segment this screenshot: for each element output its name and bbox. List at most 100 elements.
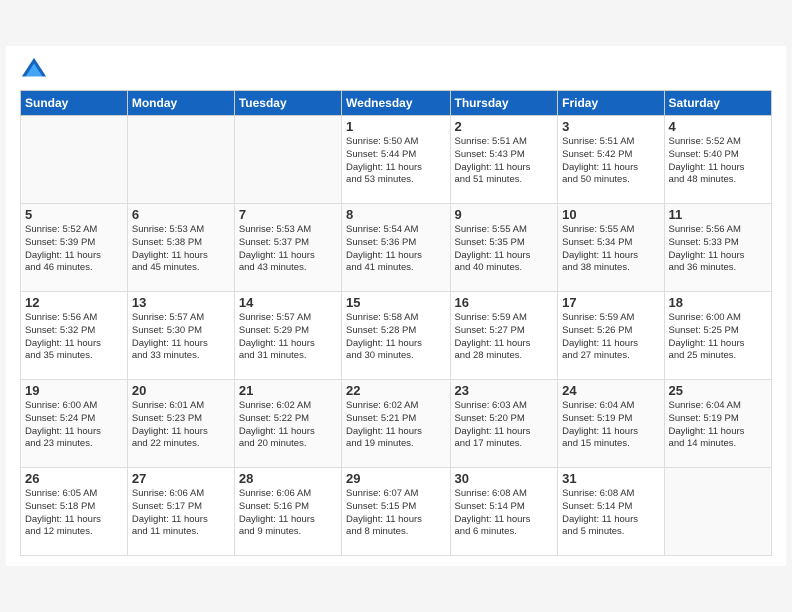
day-cell: 25 Sunrise: 6:04 AM Sunset: 5:19 PM Dayli… xyxy=(664,380,771,468)
day-info: Sunrise: 6:01 AM Sunset: 5:23 PM Dayligh… xyxy=(132,400,230,451)
day-cell: 13 Sunrise: 5:57 AM Sunset: 5:30 PM Dayli… xyxy=(127,292,234,380)
day-info: Sunrise: 6:07 AM Sunset: 5:15 PM Dayligh… xyxy=(346,488,445,539)
day-cell: 18 Sunrise: 6:00 AM Sunset: 5:25 PM Dayli… xyxy=(664,292,771,380)
day-cell: 31 Sunrise: 6:08 AM Sunset: 5:14 PM Dayli… xyxy=(558,468,664,556)
day-info: Sunrise: 5:58 AM Sunset: 5:28 PM Dayligh… xyxy=(346,312,445,363)
logo xyxy=(20,56,52,84)
day-info: Sunrise: 5:51 AM Sunset: 5:43 PM Dayligh… xyxy=(455,136,554,187)
day-info: Sunrise: 6:02 AM Sunset: 5:22 PM Dayligh… xyxy=(239,400,337,451)
day-cell: 20 Sunrise: 6:01 AM Sunset: 5:23 PM Dayli… xyxy=(127,380,234,468)
day-info: Sunrise: 6:08 AM Sunset: 5:14 PM Dayligh… xyxy=(455,488,554,539)
weekday-friday: Friday xyxy=(558,91,664,116)
day-cell xyxy=(21,116,128,204)
day-cell: 27Sunrise: 6:06 AM Sunset: 5:17 PM Dayli… xyxy=(127,468,234,556)
day-info: Sunrise: 6:08 AM Sunset: 5:14 PM Dayligh… xyxy=(562,488,659,539)
day-number: 6 xyxy=(132,207,230,222)
day-number: 28 xyxy=(239,471,337,486)
day-cell: 23 Sunrise: 6:03 AM Sunset: 5:20 PM Dayli… xyxy=(450,380,558,468)
day-cell: 5 Sunrise: 5:52 AM Sunset: 5:39 PM Daylig… xyxy=(21,204,128,292)
week-row-4: 19Sunrise: 6:00 AM Sunset: 5:24 PM Dayli… xyxy=(21,380,772,468)
day-info: Sunrise: 5:55 AM Sunset: 5:35 PM Dayligh… xyxy=(455,224,554,275)
day-cell: 3 Sunrise: 5:51 AM Sunset: 5:42 PM Daylig… xyxy=(558,116,664,204)
day-number: 25 xyxy=(669,383,767,398)
day-cell: 4Sunrise: 5:52 AM Sunset: 5:40 PM Daylig… xyxy=(664,116,771,204)
day-info: Sunrise: 5:50 AM Sunset: 5:44 PM Dayligh… xyxy=(346,136,445,187)
day-number: 22 xyxy=(346,383,445,398)
day-number: 8 xyxy=(346,207,445,222)
day-number: 29 xyxy=(346,471,445,486)
day-number: 13 xyxy=(132,295,230,310)
day-cell: 30 Sunrise: 6:08 AM Sunset: 5:14 PM Dayli… xyxy=(450,468,558,556)
day-info: Sunrise: 6:04 AM Sunset: 5:19 PM Dayligh… xyxy=(562,400,659,451)
weekday-monday: Monday xyxy=(127,91,234,116)
day-cell: 11Sunrise: 5:56 AM Sunset: 5:33 PM Dayli… xyxy=(664,204,771,292)
day-number: 16 xyxy=(455,295,554,310)
day-info: Sunrise: 6:04 AM Sunset: 5:19 PM Dayligh… xyxy=(669,400,767,451)
day-cell: 24 Sunrise: 6:04 AM Sunset: 5:19 PM Dayli… xyxy=(558,380,664,468)
day-number: 15 xyxy=(346,295,445,310)
day-info: Sunrise: 5:53 AM Sunset: 5:37 PM Dayligh… xyxy=(239,224,337,275)
weekday-thursday: Thursday xyxy=(450,91,558,116)
day-number: 1 xyxy=(346,119,445,134)
day-cell: 14 Sunrise: 5:57 AM Sunset: 5:29 PM Dayli… xyxy=(234,292,341,380)
day-info: Sunrise: 5:54 AM Sunset: 5:36 PM Dayligh… xyxy=(346,224,445,275)
day-cell: 26Sunrise: 6:05 AM Sunset: 5:18 PM Dayli… xyxy=(21,468,128,556)
day-info: Sunrise: 5:55 AM Sunset: 5:34 PM Dayligh… xyxy=(562,224,659,275)
day-number: 26 xyxy=(25,471,123,486)
day-number: 2 xyxy=(455,119,554,134)
day-cell: 22 Sunrise: 6:02 AM Sunset: 5:21 PM Dayli… xyxy=(342,380,450,468)
day-info: Sunrise: 6:00 AM Sunset: 5:24 PM Dayligh… xyxy=(25,400,123,451)
day-info: Sunrise: 5:52 AM Sunset: 5:39 PM Dayligh… xyxy=(25,224,123,275)
day-cell: 15 Sunrise: 5:58 AM Sunset: 5:28 PM Dayli… xyxy=(342,292,450,380)
day-number: 24 xyxy=(562,383,659,398)
day-info: Sunrise: 6:02 AM Sunset: 5:21 PM Dayligh… xyxy=(346,400,445,451)
day-info: Sunrise: 5:52 AM Sunset: 5:40 PM Dayligh… xyxy=(669,136,767,187)
day-cell: 9 Sunrise: 5:55 AM Sunset: 5:35 PM Daylig… xyxy=(450,204,558,292)
week-row-1: 1 Sunrise: 5:50 AM Sunset: 5:44 PM Daylig… xyxy=(21,116,772,204)
day-info: Sunrise: 5:57 AM Sunset: 5:29 PM Dayligh… xyxy=(239,312,337,363)
day-info: Sunrise: 6:06 AM Sunset: 5:16 PM Dayligh… xyxy=(239,488,337,539)
day-number: 14 xyxy=(239,295,337,310)
day-cell xyxy=(234,116,341,204)
day-cell: 21 Sunrise: 6:02 AM Sunset: 5:22 PM Dayli… xyxy=(234,380,341,468)
day-cell: 6Sunrise: 5:53 AM Sunset: 5:38 PM Daylig… xyxy=(127,204,234,292)
day-number: 7 xyxy=(239,207,337,222)
day-number: 31 xyxy=(562,471,659,486)
week-row-5: 26Sunrise: 6:05 AM Sunset: 5:18 PM Dayli… xyxy=(21,468,772,556)
day-number: 12 xyxy=(25,295,123,310)
day-cell: 2 Sunrise: 5:51 AM Sunset: 5:43 PM Daylig… xyxy=(450,116,558,204)
day-info: Sunrise: 5:59 AM Sunset: 5:27 PM Dayligh… xyxy=(455,312,554,363)
day-number: 21 xyxy=(239,383,337,398)
day-number: 20 xyxy=(132,383,230,398)
weekday-saturday: Saturday xyxy=(664,91,771,116)
weekday-sunday: Sunday xyxy=(21,91,128,116)
day-cell: 8 Sunrise: 5:54 AM Sunset: 5:36 PM Daylig… xyxy=(342,204,450,292)
day-info: Sunrise: 5:59 AM Sunset: 5:26 PM Dayligh… xyxy=(562,312,659,363)
day-info: Sunrise: 5:56 AM Sunset: 5:32 PM Dayligh… xyxy=(25,312,123,363)
day-cell xyxy=(127,116,234,204)
header xyxy=(20,56,772,84)
day-cell: 29 Sunrise: 6:07 AM Sunset: 5:15 PM Dayli… xyxy=(342,468,450,556)
day-info: Sunrise: 5:51 AM Sunset: 5:42 PM Dayligh… xyxy=(562,136,659,187)
day-number: 23 xyxy=(455,383,554,398)
day-info: Sunrise: 5:57 AM Sunset: 5:30 PM Dayligh… xyxy=(132,312,230,363)
logo-icon xyxy=(20,56,48,84)
day-info: Sunrise: 6:03 AM Sunset: 5:20 PM Dayligh… xyxy=(455,400,554,451)
day-info: Sunrise: 6:06 AM Sunset: 5:17 PM Dayligh… xyxy=(132,488,230,539)
weekday-tuesday: Tuesday xyxy=(234,91,341,116)
day-cell: 19Sunrise: 6:00 AM Sunset: 5:24 PM Dayli… xyxy=(21,380,128,468)
weekday-wednesday: Wednesday xyxy=(342,91,450,116)
day-number: 17 xyxy=(562,295,659,310)
day-number: 10 xyxy=(562,207,659,222)
calendar-container: SundayMondayTuesdayWednesdayThursdayFrid… xyxy=(6,46,786,566)
day-number: 18 xyxy=(669,295,767,310)
day-info: Sunrise: 6:00 AM Sunset: 5:25 PM Dayligh… xyxy=(669,312,767,363)
day-number: 30 xyxy=(455,471,554,486)
day-number: 3 xyxy=(562,119,659,134)
day-number: 5 xyxy=(25,207,123,222)
day-cell xyxy=(664,468,771,556)
week-row-3: 12 Sunrise: 5:56 AM Sunset: 5:32 PM Dayli… xyxy=(21,292,772,380)
day-number: 9 xyxy=(455,207,554,222)
weekday-header-row: SundayMondayTuesdayWednesdayThursdayFrid… xyxy=(21,91,772,116)
day-cell: 10 Sunrise: 5:55 AM Sunset: 5:34 PM Dayli… xyxy=(558,204,664,292)
